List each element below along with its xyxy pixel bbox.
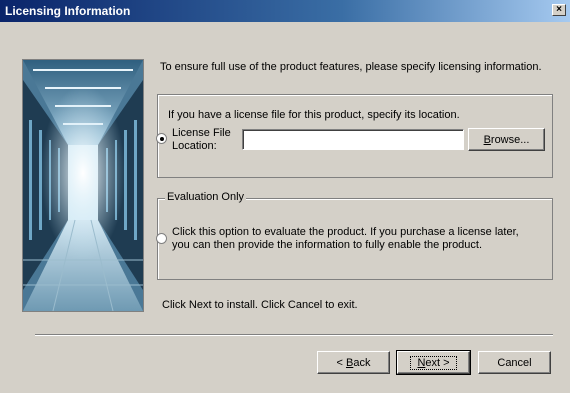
window-title: Licensing Information [5, 4, 131, 18]
license-file-radio[interactable] [156, 133, 167, 144]
browse-mnemonic: B [483, 133, 491, 146]
license-description: If you have a license file for this prod… [168, 109, 460, 121]
next-label: ext > [425, 356, 450, 369]
close-icon: × [556, 4, 562, 15]
evaluation-text-line1: Click this option to evaluate the produc… [172, 226, 519, 238]
server-room-image [22, 59, 144, 312]
evaluation-legend: Evaluation Only [165, 191, 247, 203]
browse-button[interactable]: Browse... [468, 128, 545, 151]
close-button[interactable]: × [552, 4, 566, 16]
cancel-label: Cancel [497, 356, 532, 369]
back-label: ack [353, 356, 371, 369]
license-file-group: If you have a license file for this prod… [156, 94, 553, 178]
evaluation-radio[interactable] [156, 233, 167, 244]
back-button[interactable]: < Back [317, 351, 390, 374]
back-prefix: < [336, 356, 346, 369]
licensing-dialog: Licensing Information × To ensure full u… [0, 0, 570, 393]
next-button[interactable]: Next > [396, 350, 471, 375]
browse-label: rowse... [490, 133, 530, 146]
evaluation-text-line2: you can then provide the information to … [172, 239, 483, 251]
evaluation-group: Evaluation Only Click this option to eva… [156, 191, 553, 280]
footer-hint: Click Next to install. Click Cancel to e… [162, 299, 358, 311]
intro-text: To ensure full use of the product featur… [160, 61, 542, 73]
separator [35, 334, 553, 336]
license-file-label-line1: License File [172, 127, 231, 139]
license-file-location-input[interactable] [242, 129, 464, 150]
cancel-button[interactable]: Cancel [478, 351, 551, 374]
radio-selected-dot [159, 136, 164, 141]
license-file-label-line2: Location: [172, 140, 217, 152]
title-bar[interactable]: Licensing Information × [0, 0, 570, 22]
